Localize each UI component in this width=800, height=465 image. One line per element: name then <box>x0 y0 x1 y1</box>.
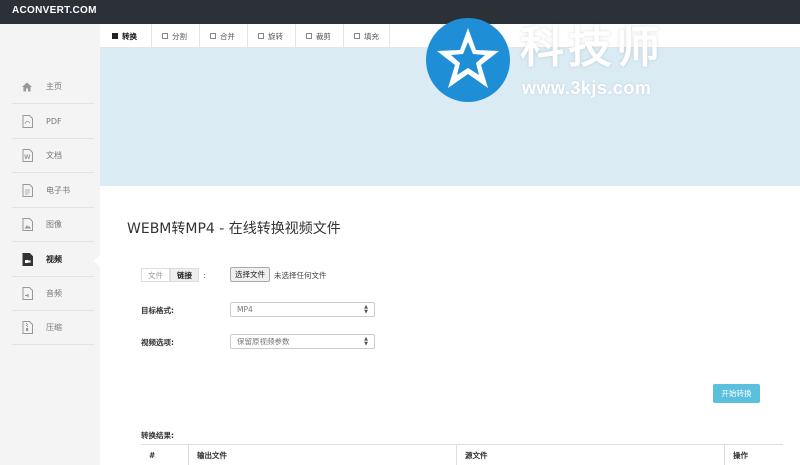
ebook-icon <box>20 184 34 198</box>
checkbox-icon <box>354 33 360 39</box>
image-icon <box>20 218 34 232</box>
document-icon: W <box>20 149 34 163</box>
sidebar-item-ebook[interactable]: 电子书 <box>12 174 94 208</box>
sidebar-item-label: 视频 <box>46 255 62 264</box>
tab-convert[interactable]: 转换 <box>112 24 152 48</box>
sidebar-item-document[interactable]: W 文档 <box>12 139 94 173</box>
archive-icon <box>20 321 34 335</box>
checkbox-icon <box>306 33 312 39</box>
sidebar-item-home[interactable]: 主页 <box>12 70 94 104</box>
result-label: 转换结果: <box>141 431 174 440</box>
sidebar: 主页 PDF W 文档 电子书 图像 视频 音频 压缩 <box>0 24 100 465</box>
source-link-button[interactable]: 链接 <box>170 268 199 282</box>
tab-label: 旋转 <box>268 31 283 41</box>
video-icon <box>20 253 34 267</box>
no-file-text: 未选择任何文件 <box>274 271 327 280</box>
sidebar-item-label: 主页 <box>46 82 62 91</box>
checkbox-icon <box>258 33 264 39</box>
sidebar-item-label: 文档 <box>46 151 62 160</box>
target-format-value: MP4 <box>237 305 253 314</box>
checkbox-icon <box>112 33 118 39</box>
tab-label: 填充 <box>364 31 379 41</box>
select-arrows-icon: ▲ ▼ <box>364 304 368 315</box>
tab-split[interactable]: 分割 <box>152 24 200 48</box>
table-header-source: 源文件 <box>457 445 725 465</box>
tab-rotate[interactable]: 旋转 <box>248 24 296 48</box>
watermark-title: 科技师 <box>520 22 664 73</box>
watermark-star-logo-icon <box>426 18 510 102</box>
video-options-select[interactable]: 保留原视频参数 ▲ ▼ <box>230 334 375 349</box>
sidebar-item-label: PDF <box>46 117 62 126</box>
page-title: WEBM转MP4 - 在线转换视频文件 <box>127 221 341 237</box>
sidebar-item-label: 图像 <box>46 220 62 229</box>
video-options-label: 视频选项: <box>141 338 174 347</box>
source-file-button[interactable]: 文件 <box>141 268 170 282</box>
home-icon <box>20 80 34 94</box>
tab-label: 分割 <box>172 31 187 41</box>
choose-file-button[interactable]: 选择文件 <box>230 267 270 282</box>
target-format-label: 目标格式: <box>141 306 174 315</box>
source-colon: : <box>203 270 206 280</box>
tab-label: 转换 <box>122 31 137 41</box>
tab-merge[interactable]: 合并 <box>200 24 248 48</box>
svg-text:W: W <box>24 154 31 161</box>
sidebar-item-audio[interactable]: 音频 <box>12 277 94 311</box>
sidebar-item-label: 电子书 <box>46 186 70 195</box>
checkbox-icon <box>210 33 216 39</box>
start-convert-button[interactable]: 开始转换 <box>713 384 760 403</box>
tab-pad[interactable]: 填充 <box>344 24 390 48</box>
sidebar-item-video[interactable]: 视频 <box>12 243 94 277</box>
audio-icon <box>20 287 34 301</box>
sidebar-item-image[interactable]: 图像 <box>12 208 94 242</box>
sidebar-item-label: 音频 <box>46 289 62 298</box>
table-header-output: 输出文件 <box>189 445 457 465</box>
results-table-header: # 输出文件 源文件 操作 <box>141 444 783 465</box>
sidebar-item-label: 压缩 <box>46 323 62 332</box>
tab-label: 裁剪 <box>316 31 331 41</box>
watermark-url: www.3kjs.com <box>522 78 652 98</box>
sidebar-item-pdf[interactable]: PDF <box>12 105 94 139</box>
table-header-action: 操作 <box>733 451 748 460</box>
video-options-value: 保留原视频参数 <box>237 337 290 346</box>
select-arrows-icon: ▲ ▼ <box>364 336 368 347</box>
site-logo[interactable]: ACONVERT.COM <box>12 5 97 16</box>
tab-crop[interactable]: 裁剪 <box>296 24 344 48</box>
target-format-select[interactable]: MP4 ▲ ▼ <box>230 302 375 317</box>
tab-label: 合并 <box>220 31 235 41</box>
pdf-icon <box>20 115 34 129</box>
active-indicator <box>94 255 100 267</box>
sidebar-item-archive[interactable]: 压缩 <box>12 311 94 345</box>
source-toggle: 文件 链接 : <box>141 268 206 282</box>
table-header-index: # <box>141 445 189 465</box>
top-bar: ACONVERT.COM <box>0 0 800 24</box>
checkbox-icon <box>162 33 168 39</box>
